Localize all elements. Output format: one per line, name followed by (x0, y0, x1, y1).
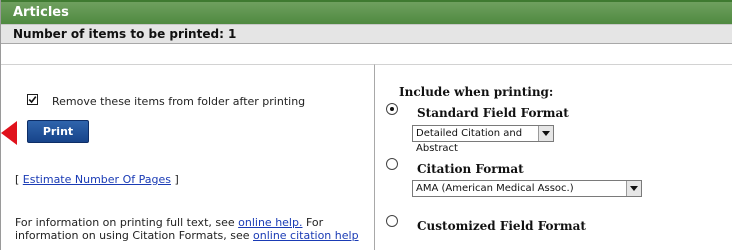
articles-panel: Articles Number of items to be printed: … (0, 0, 732, 250)
radio-standard-field-format[interactable] (386, 103, 398, 115)
remove-items-label: Remove these items from folder after pri… (52, 95, 306, 108)
chevron-down-icon[interactable] (538, 126, 553, 141)
help-info-text: For information on printing full text, s… (15, 216, 371, 242)
checkmark-icon (28, 96, 37, 104)
citation-format-select[interactable]: AMA (American Medical Assoc.) (412, 180, 642, 197)
section-title: Articles (13, 5, 69, 20)
remove-items-checkbox[interactable] (27, 94, 38, 105)
online-help-link[interactable]: online help. (238, 216, 302, 229)
standard-format-select[interactable]: Detailed Citation and Abstract (412, 125, 554, 154)
citation-format-label: Citation Format (417, 162, 524, 176)
print-button[interactable]: Print (27, 120, 89, 143)
items-count-bar: Number of items to be printed: 1 (1, 24, 732, 44)
include-when-printing-title: Include when printing: (399, 85, 554, 99)
standard-format-value: Detailed Citation and Abstract (416, 128, 523, 154)
estimate-bracket-open: [ (15, 173, 23, 186)
spacer (1, 44, 732, 64)
online-citation-help-link[interactable]: online citation help (253, 229, 359, 242)
info-line1-suffix: For (302, 216, 324, 229)
left-column: Remove these items from folder after pri… (1, 64, 375, 250)
items-count-text: Number of items to be printed: 1 (13, 27, 237, 41)
estimate-bracket-close: ] (170, 173, 179, 186)
citation-format-value: AMA (American Medical Assoc.) (416, 183, 574, 194)
radio-citation-format[interactable] (386, 158, 398, 170)
standard-field-format-label: Standard Field Format (417, 106, 569, 120)
right-column: Include when printing: Standard Field Fo… (375, 64, 732, 250)
estimate-pages: [ Estimate Number Of Pages ] (15, 173, 179, 186)
section-header: Articles (1, 0, 732, 24)
chevron-down-icon[interactable] (626, 181, 641, 196)
info-line1-prefix: For information on printing full text, s… (15, 216, 239, 229)
radio-customized-field-format[interactable] (386, 215, 398, 227)
customized-field-format-label: Customized Field Format (417, 219, 586, 233)
info-line2-prefix: information on using Citation Formats, s… (15, 229, 253, 242)
red-arrow-icon (1, 121, 17, 145)
estimate-pages-link[interactable]: Estimate Number Of Pages (23, 173, 171, 186)
radio-selected-dot (390, 107, 394, 111)
